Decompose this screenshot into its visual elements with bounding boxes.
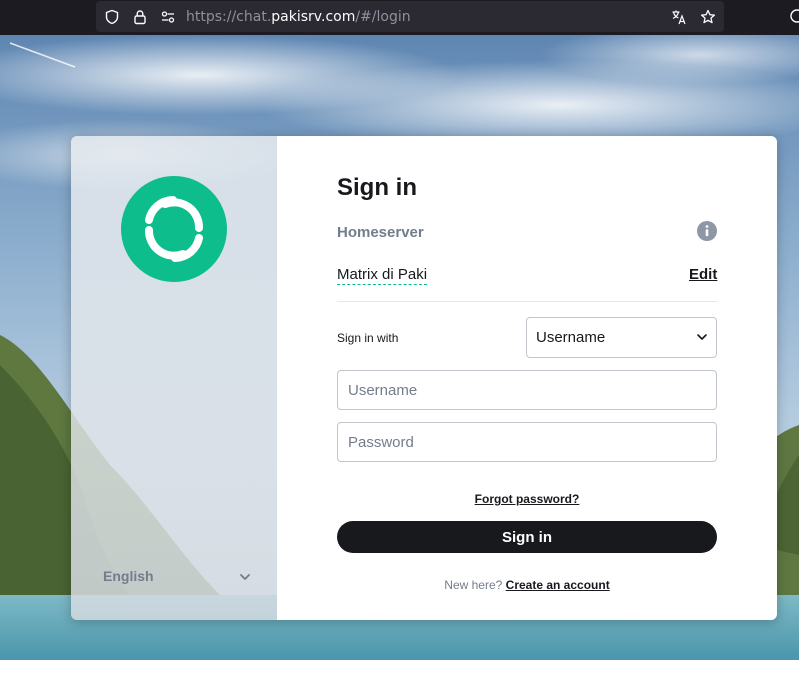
permissions-icon[interactable] — [160, 9, 176, 25]
browser-toolbar: https://chat.pakisrv.com/#/login — [0, 0, 799, 35]
language-dropdown[interactable]: English — [103, 566, 251, 590]
username-input[interactable] — [337, 370, 717, 410]
info-icon[interactable] — [697, 221, 717, 241]
translate-icon[interactable] — [671, 9, 687, 25]
page-title: Sign in — [337, 174, 417, 201]
chevron-down-icon — [697, 334, 707, 340]
create-account-link[interactable]: Create an account — [506, 578, 610, 592]
forgot-password-row: Forgot password? — [277, 488, 777, 507]
language-label: English — [103, 568, 154, 584]
create-account-row: New here? Create an account — [277, 578, 777, 592]
url-text[interactable]: https://chat.pakisrv.com/#/login — [186, 9, 411, 25]
homeserver-name: Matrix di Paki — [337, 266, 428, 285]
auth-card: English Sign in Homeserver Matrix di Pak… — [71, 136, 777, 620]
auth-body: Sign in Homeserver Matrix di Paki Edit S… — [277, 136, 777, 620]
sign-in-with-label: Sign in with — [337, 331, 399, 345]
url-suffix: /#/login — [355, 9, 411, 25]
forgot-password-link[interactable]: Forgot password? — [475, 492, 580, 506]
auth-header: English — [71, 136, 277, 620]
homeserver-label: Homeserver — [337, 224, 424, 241]
lock-icon[interactable] — [132, 9, 148, 25]
address-bar[interactable]: https://chat.pakisrv.com/#/login — [96, 1, 724, 32]
shield-icon[interactable] — [104, 9, 120, 25]
extension-icon[interactable] — [789, 8, 799, 24]
login-method-select[interactable]: Username — [526, 317, 717, 358]
url-host: pakisrv.com — [271, 9, 356, 25]
login-method-value: Username — [536, 329, 606, 346]
sign-in-button[interactable]: Sign in — [337, 521, 717, 553]
divider — [337, 301, 717, 302]
bookmark-star-icon[interactable] — [700, 9, 716, 25]
password-input[interactable] — [337, 422, 717, 462]
new-here-label: New here? — [444, 578, 503, 592]
element-logo-icon — [121, 176, 227, 282]
edit-homeserver-link[interactable]: Edit — [689, 266, 717, 283]
url-prefix: https://chat. — [186, 9, 272, 25]
chevron-down-icon — [240, 574, 250, 580]
